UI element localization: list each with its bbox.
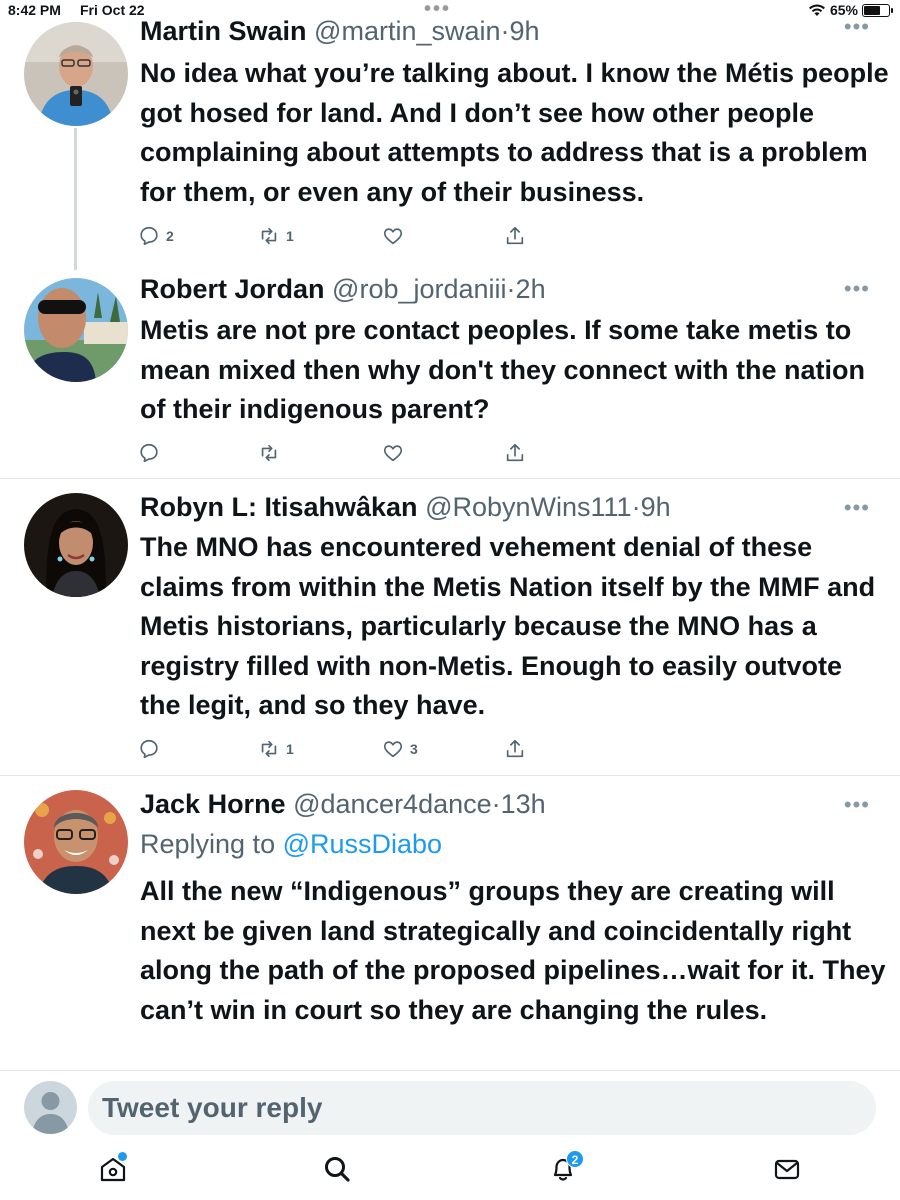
tweet[interactable]: Robyn L: Itisahwâkan @RobynWins111·9h ••… bbox=[0, 479, 900, 775]
tweet-time[interactable]: 9h bbox=[641, 492, 671, 522]
heart-icon bbox=[383, 228, 403, 245]
avatar[interactable] bbox=[24, 790, 128, 894]
author-name[interactable]: Jack Horne bbox=[140, 789, 286, 819]
tweet-actions: 2 1 bbox=[138, 225, 558, 249]
replying-to: Replying to @RussDiabo bbox=[140, 829, 442, 860]
separator: · bbox=[506, 274, 516, 304]
tweet[interactable]: Jack Horne @dancer4dance·13h ••• Replyin… bbox=[0, 776, 900, 1070]
retweet-button[interactable] bbox=[258, 442, 286, 464]
reply-icon bbox=[140, 226, 158, 246]
more-options-icon[interactable]: ••• bbox=[844, 497, 870, 519]
reply-icon bbox=[140, 739, 158, 759]
reply-button[interactable]: 2 bbox=[138, 225, 174, 247]
tweet-actions bbox=[138, 442, 558, 466]
replying-to-label: Replying to bbox=[140, 829, 276, 859]
tweet-text: Metis are not pre contact peoples. If so… bbox=[140, 315, 865, 424]
separator: · bbox=[631, 492, 641, 522]
like-count: 3 bbox=[410, 741, 418, 757]
avatar[interactable] bbox=[24, 278, 128, 382]
tab-messages[interactable] bbox=[772, 1154, 806, 1188]
like-button[interactable] bbox=[382, 225, 410, 247]
tweet-header: Robyn L: Itisahwâkan @RobynWins111·9h bbox=[140, 492, 671, 522]
share-icon bbox=[506, 443, 524, 462]
tab-bar: 2 bbox=[0, 1142, 900, 1200]
retweet-count: 1 bbox=[286, 741, 294, 757]
reply-bar bbox=[0, 1070, 900, 1142]
tweet-time[interactable]: 2h bbox=[516, 274, 546, 304]
retweet-icon bbox=[261, 740, 277, 758]
author-name[interactable]: Robert Jordan bbox=[140, 274, 325, 304]
retweet-count: 1 bbox=[286, 228, 294, 244]
author-name[interactable]: Robyn L: Itisahwâkan bbox=[140, 492, 418, 522]
home-unread-dot bbox=[118, 1152, 127, 1161]
share-button[interactable] bbox=[504, 442, 526, 464]
share-button[interactable] bbox=[504, 738, 526, 760]
like-button[interactable]: 3 bbox=[382, 738, 418, 760]
author-handle[interactable]: @rob_jordaniii bbox=[332, 274, 507, 304]
avatar[interactable] bbox=[24, 493, 128, 597]
mail-icon bbox=[774, 1159, 800, 1180]
reply-button[interactable] bbox=[138, 738, 166, 760]
retweet-button[interactable]: 1 bbox=[258, 738, 294, 760]
share-button[interactable] bbox=[504, 225, 526, 247]
author-handle[interactable]: @martin_swain bbox=[314, 16, 500, 46]
separator: · bbox=[500, 16, 510, 46]
replying-to-link[interactable]: @RussDiabo bbox=[283, 829, 442, 859]
reply-icon bbox=[140, 443, 158, 463]
author-handle[interactable]: @RobynWins111 bbox=[425, 492, 632, 522]
tweet-actions: 1 3 bbox=[138, 738, 558, 762]
tweet-text: No idea what you’re talking about. I kno… bbox=[140, 58, 889, 207]
tab-notifications[interactable]: 2 bbox=[548, 1150, 584, 1188]
more-options-icon[interactable]: ••• bbox=[844, 278, 870, 300]
tweet-header: Martin Swain @martin_swain·9h bbox=[140, 16, 540, 46]
tweet-text: The MNO has encountered vehement denial … bbox=[140, 532, 876, 720]
author-handle[interactable]: @dancer4dance bbox=[293, 789, 492, 819]
notifications-badge: 2 bbox=[566, 1150, 584, 1168]
share-icon bbox=[506, 739, 524, 758]
tweet-time[interactable]: 9h bbox=[510, 16, 540, 46]
tweet-header: Jack Horne @dancer4dance·13h bbox=[140, 789, 546, 819]
tab-home[interactable] bbox=[98, 1152, 132, 1188]
tweet-header: Robert Jordan @rob_jordaniii·2h bbox=[140, 274, 546, 304]
like-button[interactable] bbox=[382, 442, 410, 464]
retweet-button[interactable]: 1 bbox=[258, 225, 294, 247]
share-icon bbox=[506, 226, 524, 245]
reply-count: 2 bbox=[166, 228, 174, 244]
tweet-text: All the new “Indigenous” groups they are… bbox=[140, 876, 886, 1025]
separator: · bbox=[491, 789, 501, 819]
author-name[interactable]: Martin Swain bbox=[140, 16, 307, 46]
tweet[interactable]: Martin Swain @martin_swain·9h ••• No ide… bbox=[0, 0, 900, 270]
reply-button[interactable] bbox=[138, 442, 166, 464]
tweet-reply-input[interactable] bbox=[88, 1081, 876, 1135]
search-icon bbox=[325, 1157, 350, 1182]
retweet-icon bbox=[261, 227, 277, 245]
avatar[interactable] bbox=[24, 22, 128, 126]
heart-icon bbox=[383, 445, 403, 462]
tweet[interactable]: Robert Jordan @rob_jordaniii·2h ••• Meti… bbox=[0, 270, 900, 478]
retweet-icon bbox=[261, 444, 277, 462]
user-avatar-icon[interactable] bbox=[24, 1081, 77, 1134]
thread-line bbox=[74, 128, 77, 270]
heart-icon bbox=[383, 741, 403, 758]
tweet-time[interactable]: 13h bbox=[501, 789, 546, 819]
tab-search[interactable] bbox=[322, 1154, 356, 1188]
more-options-icon[interactable]: ••• bbox=[844, 794, 870, 816]
more-options-icon[interactable]: ••• bbox=[844, 16, 870, 38]
